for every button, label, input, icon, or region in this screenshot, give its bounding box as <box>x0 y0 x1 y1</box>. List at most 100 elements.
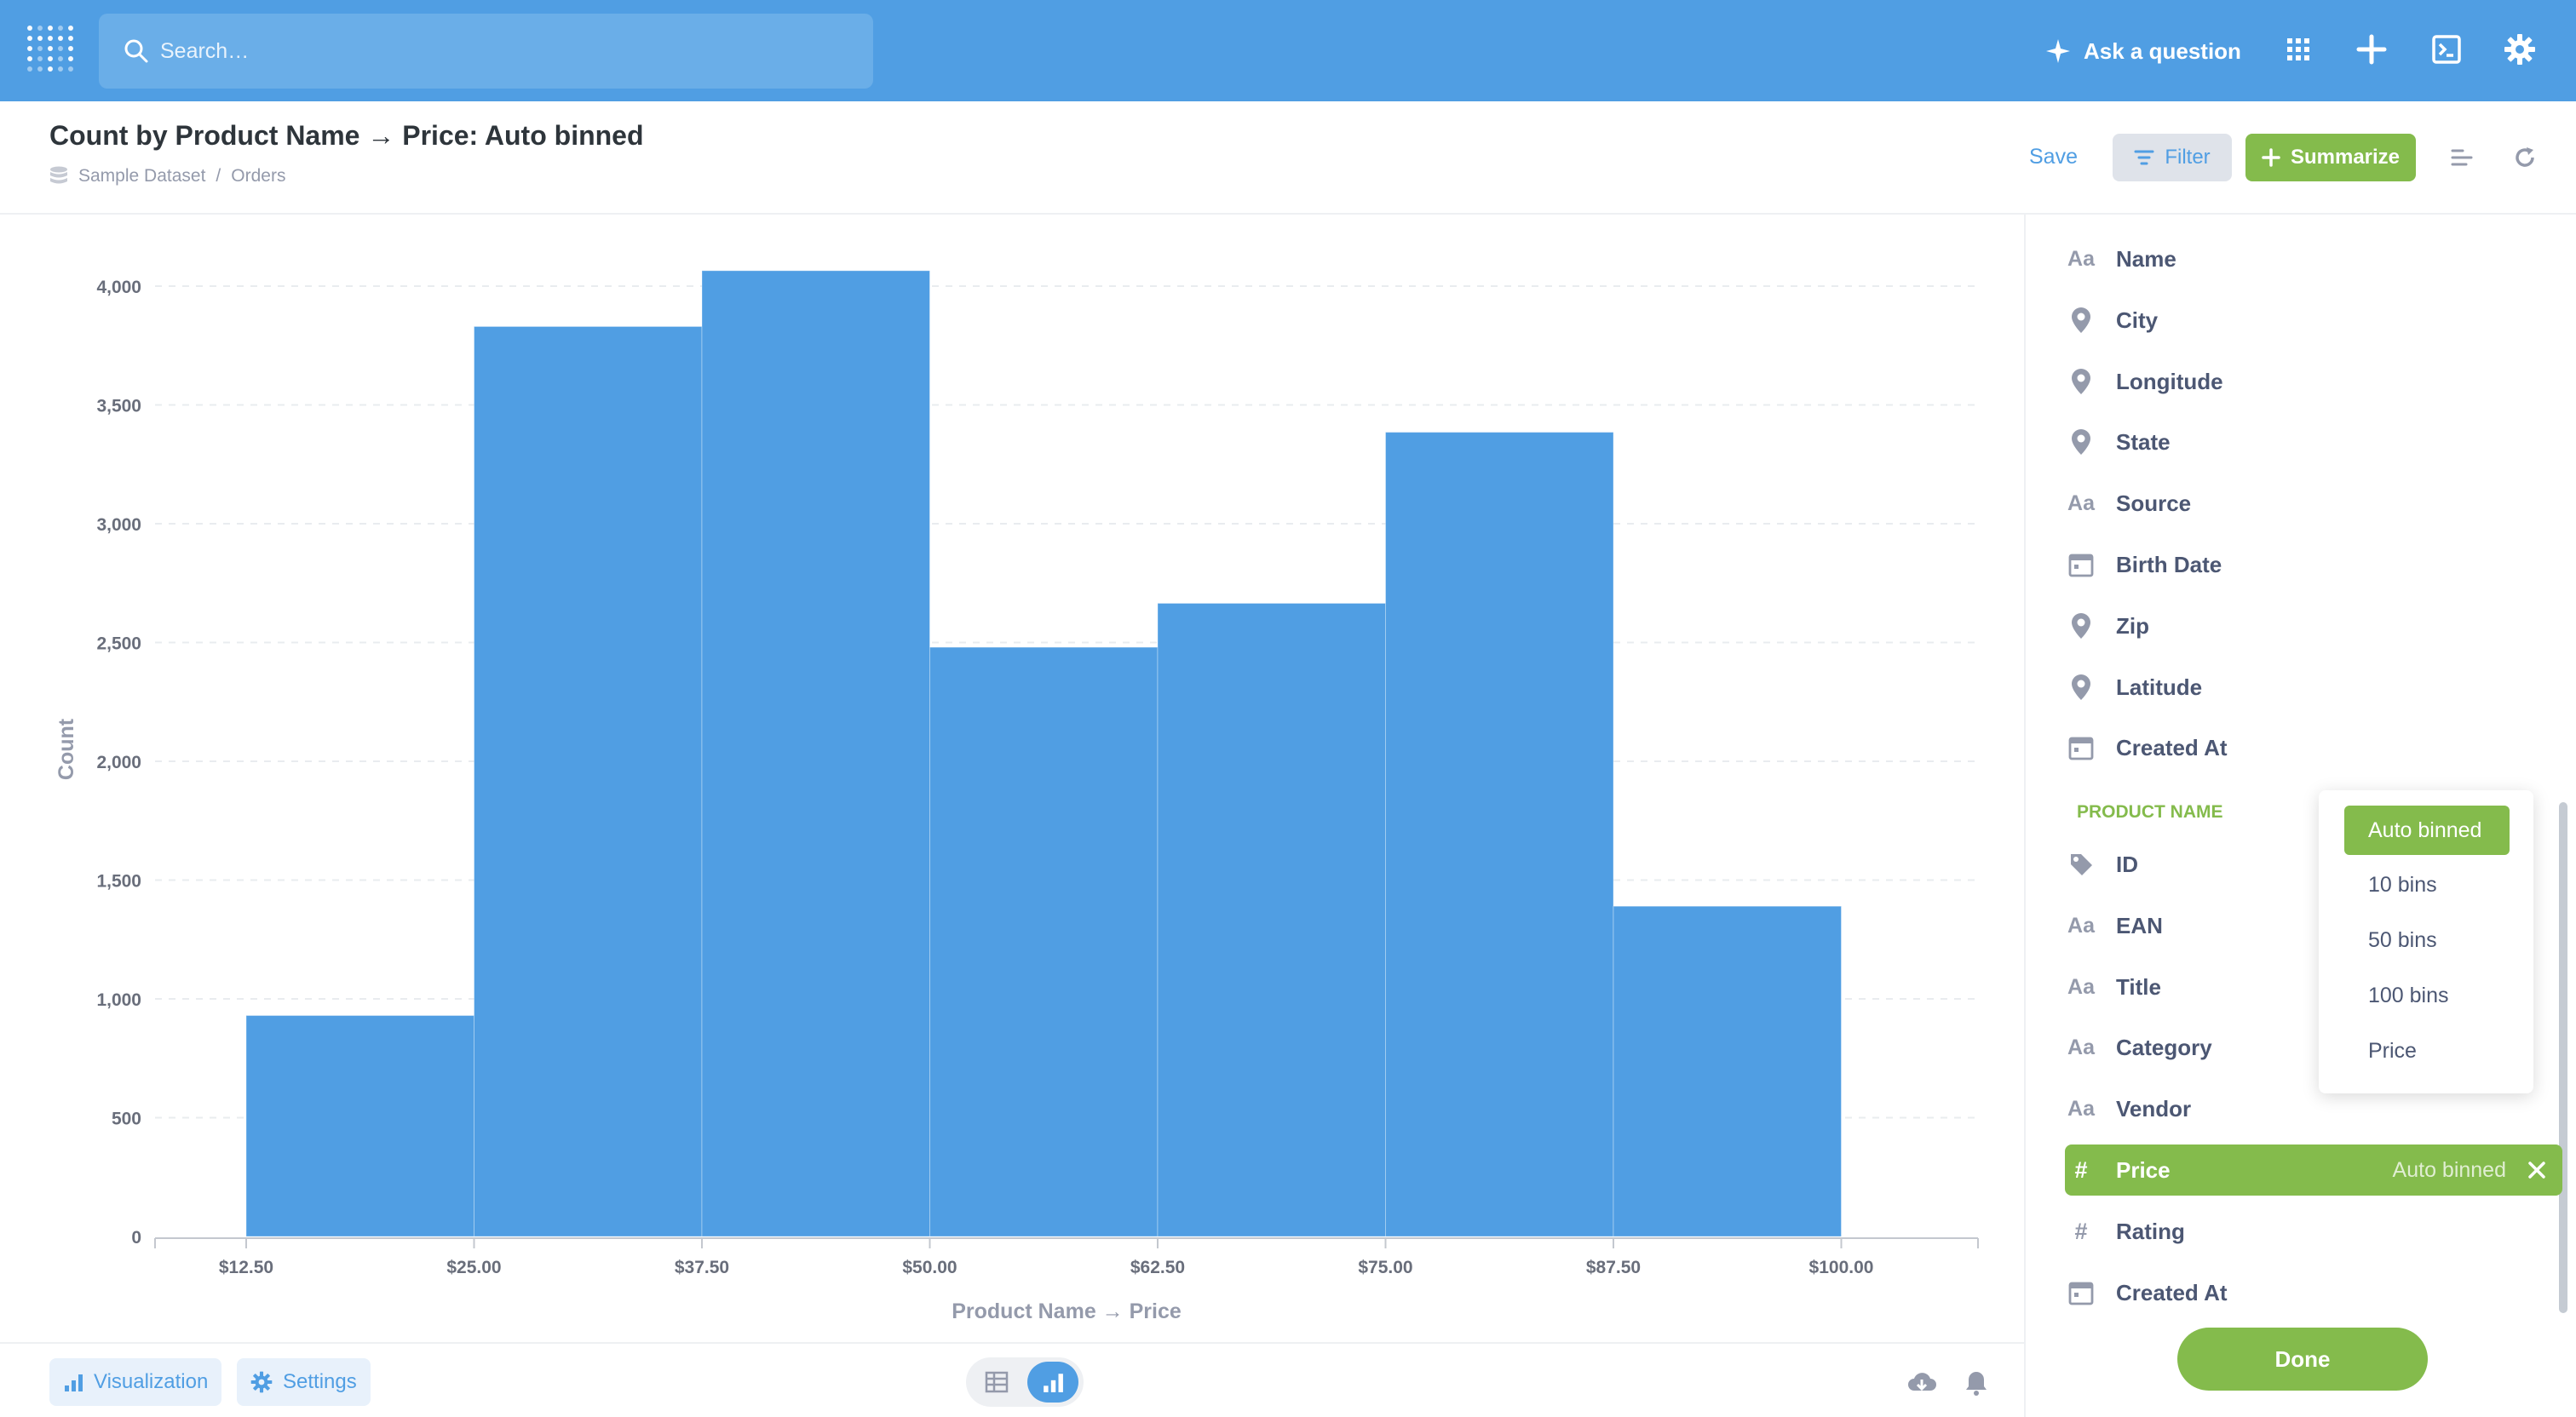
histogram-bar[interactable] <box>474 325 703 1237</box>
field-label: Vendor <box>2116 1095 2192 1122</box>
table-view-toggle[interactable] <box>971 1362 1022 1403</box>
y-tick-label: 4,000 <box>96 278 141 297</box>
tag-icon <box>2065 848 2097 881</box>
text-icon: Aa <box>2067 490 2095 515</box>
table-icon <box>985 1371 1009 1393</box>
field-label: Birth Date <box>2116 551 2222 577</box>
field-created-at[interactable]: Created At <box>2065 722 2542 773</box>
filter-button[interactable]: Filter <box>2113 134 2232 181</box>
notebook-view-button[interactable] <box>2447 142 2477 173</box>
apps-grid-button[interactable] <box>2280 31 2317 68</box>
logo-dot <box>47 35 53 41</box>
x-tick-label: $62.50 <box>1130 1258 1185 1277</box>
bin-option-auto[interactable]: Auto binned <box>2344 806 2510 855</box>
x-tick-label: $75.00 <box>1358 1258 1412 1277</box>
histogram-bar[interactable] <box>245 1015 474 1237</box>
field-label: Created At <box>2116 734 2228 760</box>
query-footer: Visualization Settings <box>0 1342 2024 1417</box>
save-button[interactable]: Save <box>2029 145 2078 169</box>
search-bar[interactable] <box>99 14 873 89</box>
sidebar-scrollbar[interactable] <box>2559 802 2567 1313</box>
gear-icon <box>250 1371 273 1393</box>
metabase-logo[interactable] <box>26 24 75 73</box>
list-icon <box>2451 149 2473 166</box>
location-icon <box>2065 365 2097 398</box>
refresh-button[interactable] <box>2510 142 2540 173</box>
bell-icon <box>1966 1372 1987 1396</box>
logo-dot <box>37 45 43 51</box>
alert-button[interactable] <box>1961 1368 1992 1398</box>
remove-breakout-button[interactable] <box>2523 1156 2550 1184</box>
histogram-bar[interactable] <box>1157 602 1386 1237</box>
top-nav: Ask a question <box>0 0 2576 101</box>
number-icon: # <box>2074 1156 2088 1183</box>
breadcrumb-table[interactable]: Orders <box>231 166 285 186</box>
logo-dot <box>68 45 74 51</box>
filter-label: Filter <box>2165 146 2211 169</box>
field-source[interactable]: Aa Source <box>2065 478 2542 529</box>
logo-dot <box>37 66 43 72</box>
sql-editor-button[interactable] <box>2428 31 2465 68</box>
field-label: City <box>2116 307 2159 333</box>
x-tick-label: $50.00 <box>902 1258 957 1277</box>
field-birth-date[interactable]: Birth Date <box>2065 539 2542 590</box>
y-tick-label: 1,500 <box>96 872 141 892</box>
ask-a-question-button[interactable]: Ask a question <box>2044 32 2241 70</box>
chart-view-toggle[interactable] <box>1027 1362 1078 1403</box>
field-rating[interactable]: # Rating <box>2065 1206 2542 1257</box>
field-state[interactable]: State <box>2065 416 2542 468</box>
settings-menu-button[interactable] <box>2501 31 2539 68</box>
histogram-bar[interactable] <box>929 646 1159 1237</box>
field-label: Name <box>2116 245 2176 272</box>
bin-option-50[interactable]: 50 bins <box>2344 915 2510 965</box>
bin-option-100[interactable]: 100 bins <box>2344 971 2510 1020</box>
binning-label[interactable]: Auto binned <box>2393 1158 2506 1183</box>
field-label: EAN <box>2116 912 2163 938</box>
y-tick-label: 3,500 <box>96 397 141 416</box>
field-zip[interactable]: Zip <box>2065 600 2542 651</box>
done-button[interactable]: Done <box>2177 1328 2428 1391</box>
field-label: Category <box>2116 1034 2212 1060</box>
field-created-at[interactable]: Created At <box>2065 1267 2542 1318</box>
field-latitude[interactable]: Latitude <box>2065 662 2542 713</box>
logo-dot <box>26 56 32 62</box>
field-city[interactable]: City <box>2065 295 2542 346</box>
histogram-bar[interactable] <box>701 270 930 1237</box>
x-tick-label: $12.50 <box>219 1258 273 1277</box>
plus-icon <box>2262 148 2280 167</box>
filter-icon <box>2134 150 2154 165</box>
grid-icon <box>2287 38 2309 60</box>
breadcrumb: Sample Dataset / Orders <box>49 166 285 186</box>
settings-button[interactable]: Settings <box>237 1358 371 1406</box>
breadcrumb-database[interactable]: Sample Dataset <box>78 166 205 186</box>
summarize-button[interactable]: Summarize <box>2245 134 2416 181</box>
x-axis-label: Product Name → Price <box>952 1299 1182 1323</box>
visualization-button[interactable]: Visualization <box>49 1358 222 1406</box>
text-icon: Aa <box>2067 913 2095 938</box>
view-toggle <box>966 1357 1084 1407</box>
download-button[interactable] <box>1906 1368 1937 1398</box>
bin-option-none[interactable]: Price <box>2344 1026 2510 1076</box>
location-icon <box>2065 671 2097 703</box>
field-name[interactable]: Aa Name <box>2065 233 2542 284</box>
logo-dot <box>37 35 43 41</box>
bar-chart-icon <box>1044 1374 1063 1392</box>
field-longitude[interactable]: Longitude <box>2065 356 2542 407</box>
bin-option-10[interactable]: 10 bins <box>2344 860 2510 909</box>
search-input[interactable] <box>160 32 842 70</box>
new-button[interactable] <box>2353 31 2390 68</box>
text-icon: Aa <box>2067 246 2095 271</box>
y-tick-label: 2,000 <box>96 753 141 772</box>
calendar-icon <box>2065 1276 2097 1309</box>
logo-dot <box>58 56 64 62</box>
histogram-bar[interactable] <box>1613 905 1842 1237</box>
field-label: Title <box>2116 973 2161 1000</box>
field-label: Source <box>2116 490 2192 516</box>
histogram-bar[interactable] <box>1385 432 1614 1237</box>
field-label: Price <box>2116 1156 2171 1183</box>
logo-dot <box>68 56 74 62</box>
field-price[interactable]: # Price Auto binned <box>2065 1144 2562 1196</box>
x-tick-label: $100.00 <box>1809 1258 1874 1277</box>
logo-dot <box>68 66 74 72</box>
logo-dot <box>26 66 32 72</box>
